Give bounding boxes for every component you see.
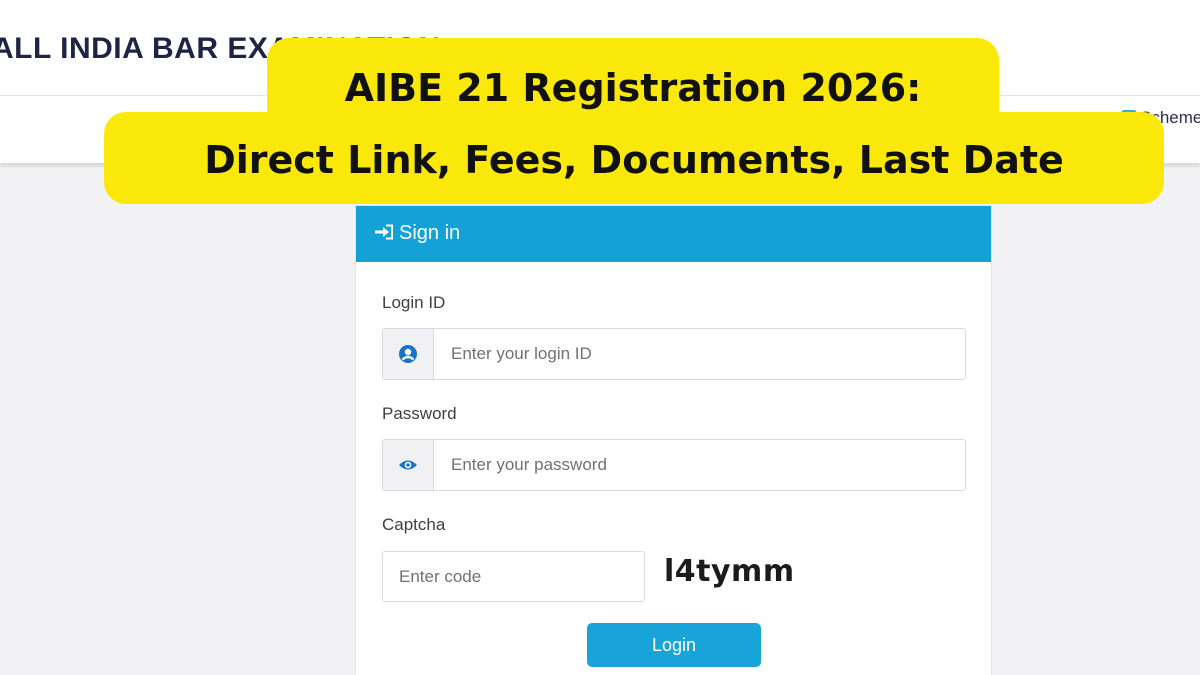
sign-in-icon: [374, 223, 394, 240]
eye-icon[interactable]: [383, 440, 434, 490]
captcha-label: Captcha: [382, 515, 446, 534]
signin-panel: Sign in Login ID Password Captcha l4tymm…: [355, 205, 992, 675]
password-input[interactable]: [451, 452, 951, 478]
headline-line-1: AIBE 21 Registration 2026:: [267, 38, 999, 122]
captcha-field[interactable]: [382, 551, 645, 602]
captcha-input[interactable]: [399, 564, 629, 590]
signin-panel-header: Sign in: [356, 206, 991, 262]
headline-line-2: Direct Link, Fees, Documents, Last Date: [104, 112, 1164, 204]
captcha-code: l4tymm: [664, 554, 795, 589]
password-label: Password: [382, 404, 457, 423]
login-id-label: Login ID: [382, 293, 446, 312]
signin-title: Sign in: [399, 222, 461, 244]
login-id-input[interactable]: [451, 341, 951, 367]
user-circle-icon: [383, 329, 434, 379]
login-button[interactable]: Login: [587, 623, 761, 667]
password-field[interactable]: [382, 439, 966, 491]
login-id-field[interactable]: [382, 328, 966, 380]
